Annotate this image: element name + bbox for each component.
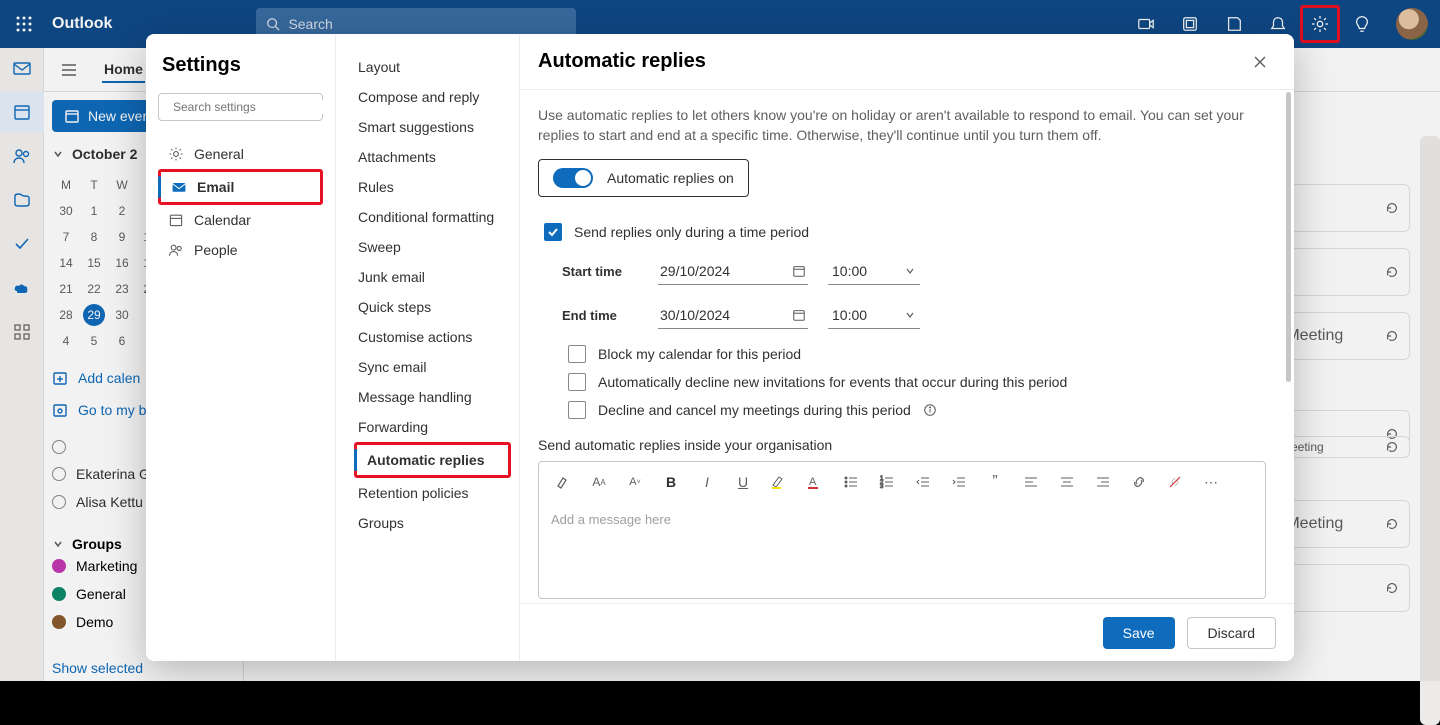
settings-sub-message-handling[interactable]: Message handling	[354, 382, 511, 412]
message-textarea[interactable]: Add a message here	[539, 502, 1265, 598]
end-date-value: 30/10/2024	[660, 307, 730, 323]
outdent-icon[interactable]	[913, 472, 933, 492]
font-size-down-icon[interactable]: A˅	[625, 472, 645, 492]
settings-subnav: LayoutCompose and replySmart suggestions…	[336, 34, 520, 661]
start-time-row: Start time 29/10/2024 10:00	[562, 257, 1266, 285]
toggle-label: Automatic replies on	[607, 170, 734, 186]
settings-nav-email[interactable]: Email	[158, 169, 323, 205]
settings-nav-people[interactable]: People	[158, 235, 323, 265]
underline-button[interactable]: U	[733, 472, 753, 492]
time-period-label: Send replies only during a time period	[574, 224, 809, 240]
settings-nav: Settings GeneralEmailCalendarPeople	[146, 34, 336, 661]
quote-icon[interactable]: ”	[985, 472, 1005, 492]
toggle-switch-icon	[553, 168, 593, 188]
gear-icon	[168, 146, 184, 162]
settings-sub-quick-steps[interactable]: Quick steps	[354, 292, 511, 322]
align-right-icon[interactable]	[1093, 472, 1113, 492]
checkbox-icon	[568, 373, 586, 391]
settings-search[interactable]	[158, 93, 323, 121]
end-time-label: End time	[562, 308, 638, 323]
settings-title: Settings	[158, 54, 323, 77]
italic-button[interactable]: I	[697, 472, 717, 492]
font-color-icon[interactable]: A	[805, 472, 825, 492]
settings-sub-sweep[interactable]: Sweep	[354, 232, 511, 262]
start-time-input[interactable]: 10:00	[828, 257, 920, 285]
panel-title: Automatic replies	[538, 50, 706, 73]
people-icon	[168, 242, 184, 258]
bold-button[interactable]: B	[661, 472, 681, 492]
settings-sub-automatic-replies[interactable]: Automatic replies	[354, 442, 511, 478]
calendar-icon	[792, 264, 806, 278]
settings-nav-calendar[interactable]: Calendar	[158, 205, 323, 235]
rte-toolbar: AA A˅ B I U A 123 ” ⋯	[539, 462, 1265, 502]
settings-sub-rules[interactable]: Rules	[354, 172, 511, 202]
checkbox-icon	[568, 401, 586, 419]
font-size-up-icon[interactable]: AA	[589, 472, 609, 492]
panel-body: Use automatic replies to let others know…	[520, 90, 1294, 603]
chevron-down-icon	[904, 309, 916, 321]
rich-text-editor: AA A˅ B I U A 123 ” ⋯	[538, 461, 1266, 599]
settings-modal: Settings GeneralEmailCalendarPeople Layo…	[146, 34, 1294, 661]
svg-text:3: 3	[880, 484, 884, 490]
settings-sub-conditional-formatting[interactable]: Conditional formatting	[354, 202, 511, 232]
time-period-checkbox-row[interactable]: Send replies only during a time period	[544, 223, 1266, 241]
settings-sub-forwarding[interactable]: Forwarding	[354, 412, 511, 442]
close-button[interactable]	[1244, 46, 1276, 78]
opt-block-label: Block my calendar for this period	[598, 346, 801, 362]
checkbox-icon	[544, 223, 562, 241]
start-date-value: 29/10/2024	[660, 263, 730, 279]
end-time-row: End time 30/10/2024 10:00	[562, 301, 1266, 329]
highlight-icon[interactable]	[769, 472, 789, 492]
end-date-input[interactable]: 30/10/2024	[658, 301, 808, 329]
end-time-value: 10:00	[832, 307, 867, 323]
align-center-icon[interactable]	[1057, 472, 1077, 492]
panel-footer: Save Discard	[520, 603, 1294, 661]
settings-panel: Automatic replies Use automatic replies …	[520, 34, 1294, 661]
start-time-label: Start time	[562, 264, 638, 279]
settings-sub-smart-suggestions[interactable]: Smart suggestions	[354, 112, 511, 142]
panel-header: Automatic replies	[520, 34, 1294, 90]
settings-nav-general[interactable]: General	[158, 139, 323, 169]
align-left-icon[interactable]	[1021, 472, 1041, 492]
settings-search-input[interactable]	[173, 100, 328, 114]
indent-icon[interactable]	[949, 472, 969, 492]
checkbox-icon	[568, 345, 586, 363]
calendar-icon	[792, 308, 806, 322]
end-time-input[interactable]: 10:00	[828, 301, 920, 329]
settings-sub-customise-actions[interactable]: Customise actions	[354, 322, 511, 352]
settings-sub-sync-email[interactable]: Sync email	[354, 352, 511, 382]
opt-cancel-label: Decline and cancel my meetings during th…	[598, 402, 911, 418]
settings-sub-layout[interactable]: Layout	[354, 52, 511, 82]
discard-button[interactable]: Discard	[1187, 617, 1276, 649]
format-painter-icon[interactable]	[553, 472, 573, 492]
settings-sub-compose-and-reply[interactable]: Compose and reply	[354, 82, 511, 112]
numbering-icon[interactable]: 123	[877, 472, 897, 492]
internal-replies-label: Send automatic replies inside your organ…	[538, 437, 1266, 453]
scrollbar-thumb[interactable]	[1286, 92, 1291, 382]
settings-sub-junk-email[interactable]: Junk email	[354, 262, 511, 292]
start-time-value: 10:00	[832, 263, 867, 279]
opt-cancel-meetings[interactable]: Decline and cancel my meetings during th…	[568, 401, 1266, 419]
bullets-icon[interactable]	[841, 472, 861, 492]
opt-decline-new[interactable]: Automatically decline new invitations fo…	[568, 373, 1266, 391]
chevron-down-icon	[904, 265, 916, 277]
start-date-input[interactable]: 29/10/2024	[658, 257, 808, 285]
save-button[interactable]: Save	[1103, 617, 1175, 649]
info-icon[interactable]	[923, 403, 937, 417]
settings-sub-retention-policies[interactable]: Retention policies	[354, 478, 511, 508]
mail-icon	[171, 179, 187, 195]
settings-sub-attachments[interactable]: Attachments	[354, 142, 511, 172]
svg-text:A: A	[809, 476, 817, 488]
unlink-icon[interactable]	[1165, 472, 1185, 492]
calendar-icon	[168, 212, 184, 228]
opt-decline-new-label: Automatically decline new invitations fo…	[598, 374, 1067, 390]
more-formatting-icon[interactable]: ⋯	[1201, 472, 1221, 492]
auto-replies-toggle[interactable]: Automatic replies on	[538, 159, 749, 197]
link-icon[interactable]	[1129, 472, 1149, 492]
settings-sub-groups[interactable]: Groups	[354, 508, 511, 538]
opt-block-calendar[interactable]: Block my calendar for this period	[568, 345, 1266, 363]
panel-intro: Use automatic replies to let others know…	[538, 106, 1266, 145]
